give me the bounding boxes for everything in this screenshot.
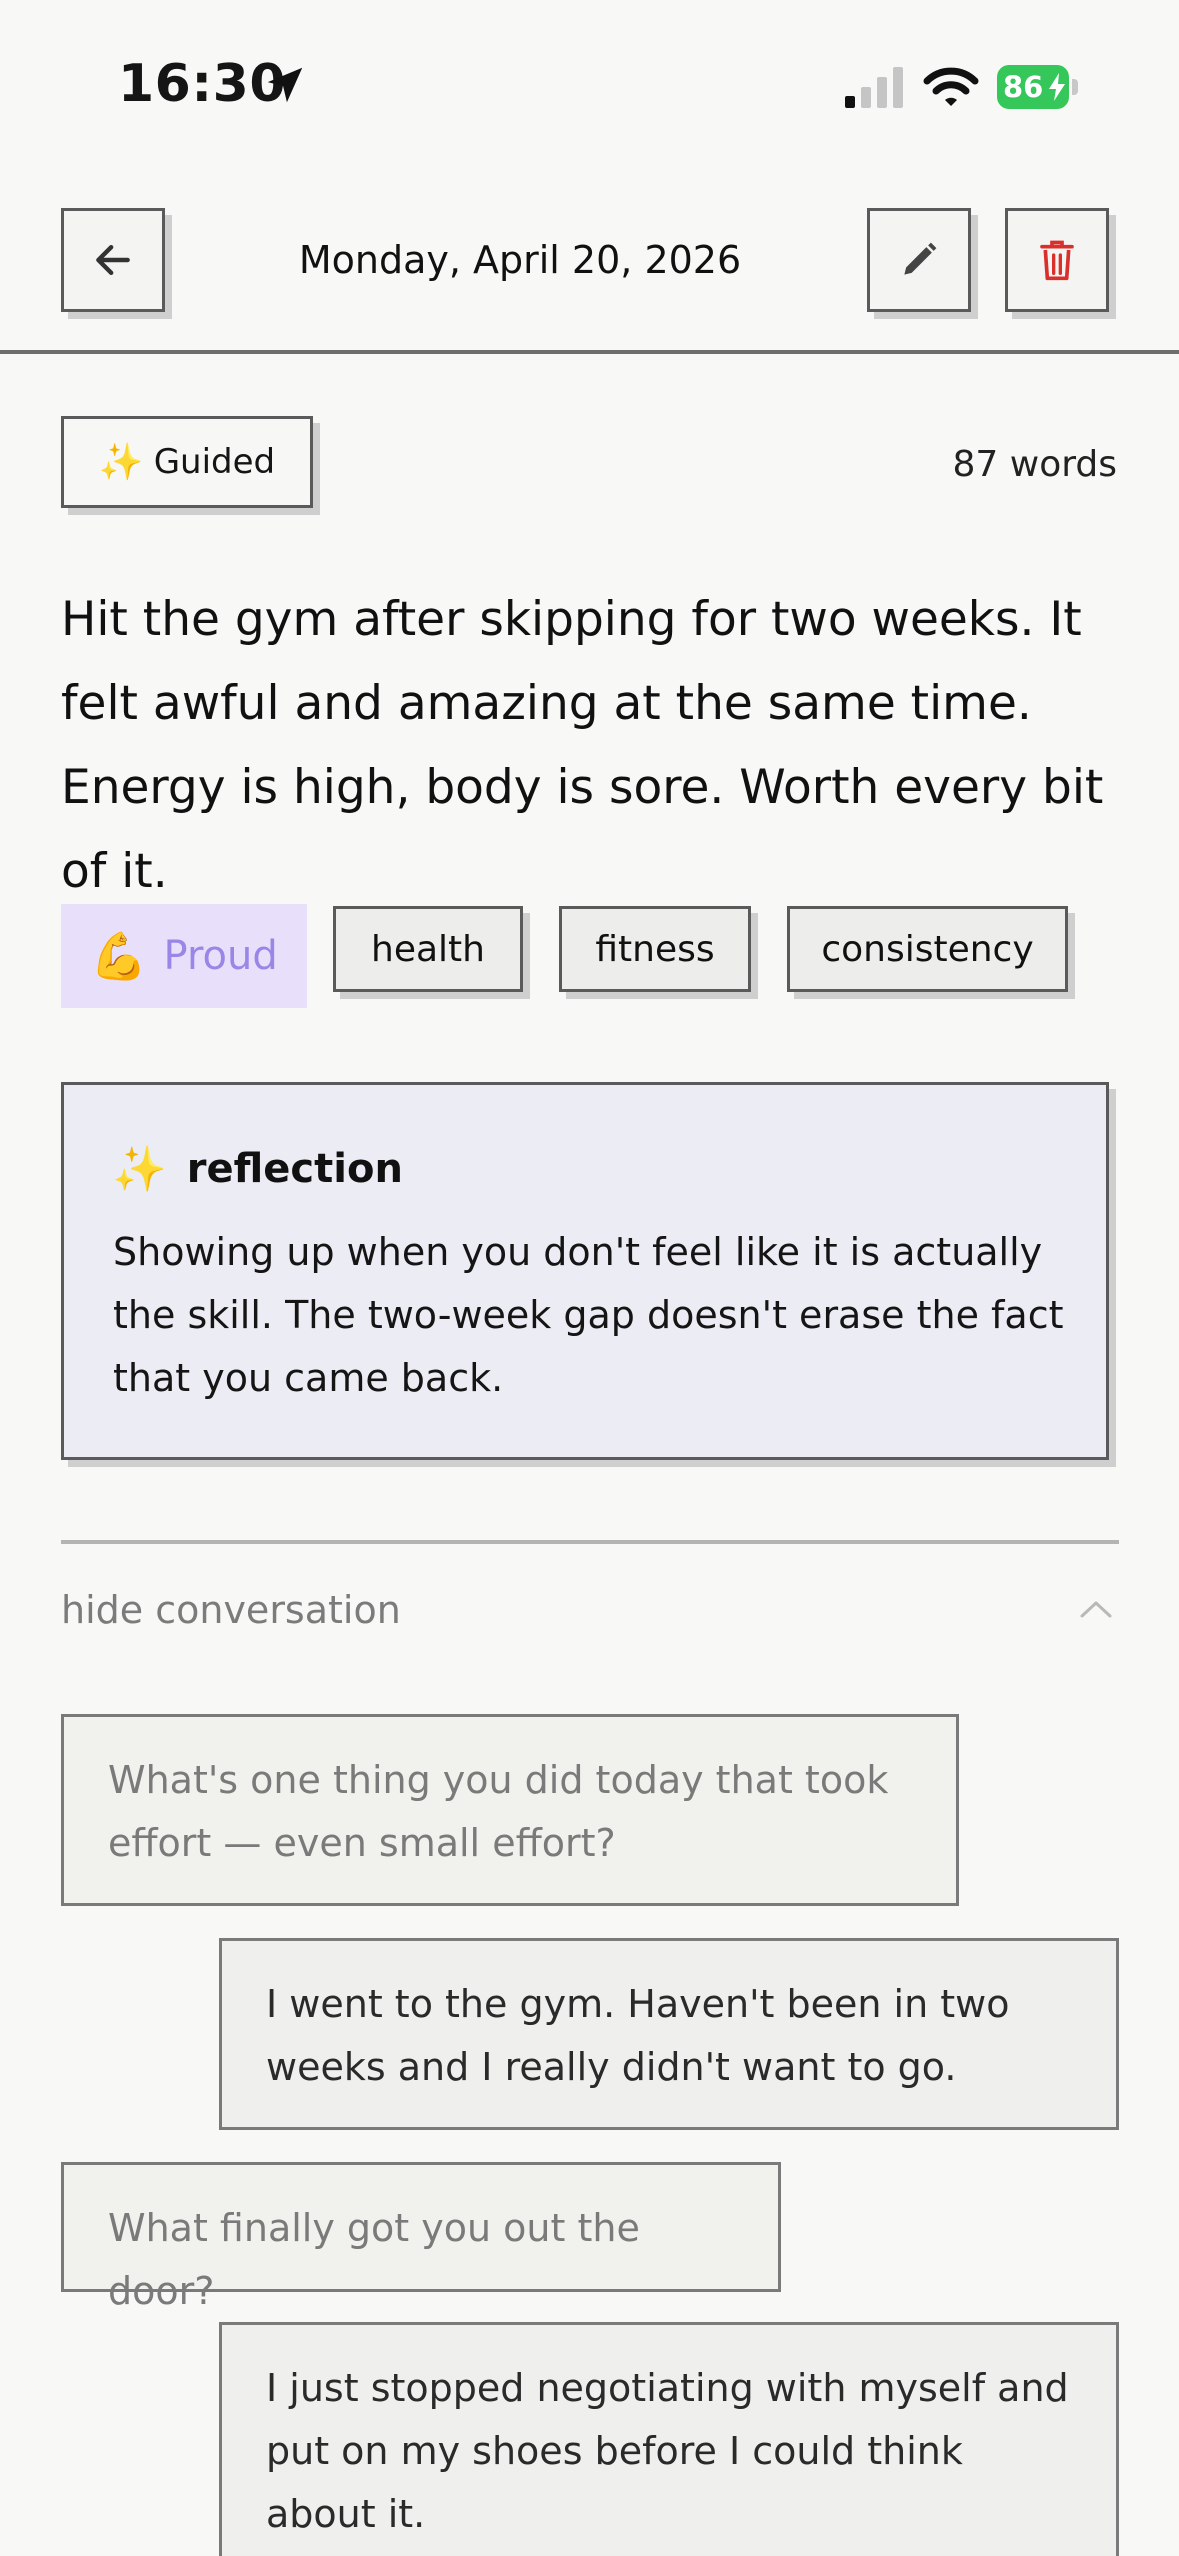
question-bubble: What finally got you out the door?: [61, 2162, 781, 2313]
wifi-icon: [923, 67, 979, 106]
tag-fitness[interactable]: fitness: [559, 906, 751, 992]
battery-cap: [1072, 79, 1078, 95]
answer-bubble: I just stopped negotiating with myself a…: [219, 2322, 1119, 2556]
tag-consistency[interactable]: consistency: [787, 906, 1068, 992]
trash-icon: [1040, 240, 1074, 281]
status-bar: 16:30 86: [0, 0, 1179, 170]
question-bubble: What's one thing you did today that took…: [61, 1714, 959, 1906]
status-time: 16:30: [118, 54, 287, 114]
hide-conversation-toggle[interactable]: hide conversation: [61, 1588, 401, 1632]
tag-health[interactable]: health: [333, 906, 523, 992]
entry-body: Hit the gym after skipping for two weeks…: [61, 592, 1104, 899]
back-arrow-icon: [96, 244, 130, 276]
location-arrow-icon: [267, 67, 303, 103]
entry-date: Monday, April 20, 2026: [298, 238, 742, 282]
flexed-biceps-icon: 💪: [90, 928, 148, 983]
reflection-header: ✨ reflection: [112, 1143, 403, 1195]
back-button[interactable]: [61, 208, 165, 312]
guided-mode-badge: ✨ Guided: [61, 416, 313, 508]
sparkles-icon: ✨: [112, 1144, 167, 1195]
reflection-card: ✨ reflection Showing up when you don't f…: [61, 1082, 1109, 1460]
section-divider: [61, 1540, 1119, 1544]
mode-label: Guided: [153, 442, 276, 482]
word-count: 87 words: [952, 444, 1118, 485]
battery-charging-icon: 86: [997, 65, 1078, 109]
cellular-signal-icon: [845, 67, 903, 108]
chevron-up-icon[interactable]: [1078, 1594, 1114, 1624]
sparkles-icon: ✨: [98, 442, 144, 483]
answer-bubble: I went to the gym. Haven't been in two w…: [219, 1938, 1119, 2130]
reflection-title: reflection: [186, 1146, 403, 1192]
journal-entry-screen: 16:30 86 Monday, April 20, 2026 ✨ Guided…: [0, 0, 1179, 2556]
mood-chip: 💪 Proud: [61, 904, 307, 1008]
bolt-icon: [1049, 73, 1065, 101]
edit-button[interactable]: [867, 208, 971, 312]
reflection-body: Showing up when you don't feel like it i…: [113, 1230, 1064, 1400]
pencil-icon: [904, 242, 937, 275]
header-divider: [0, 350, 1179, 354]
mood-label: Proud: [163, 933, 278, 979]
delete-button[interactable]: [1005, 208, 1109, 312]
